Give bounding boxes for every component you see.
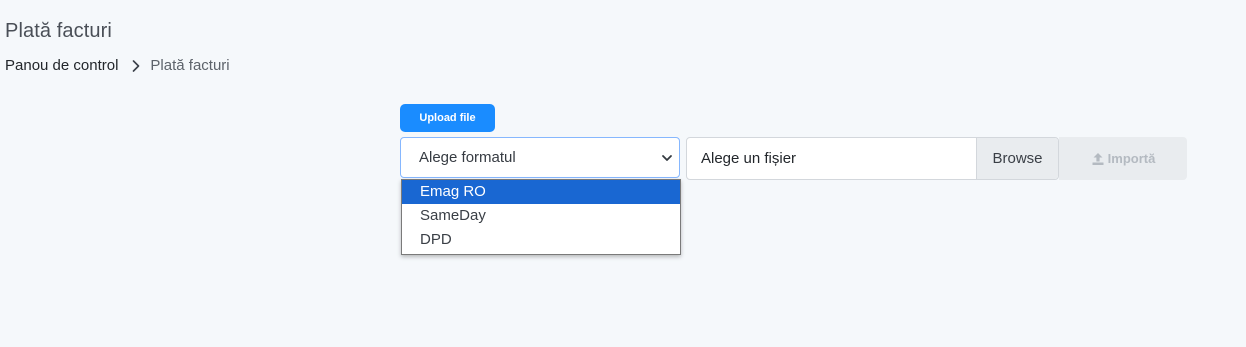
chevron-right-icon [130,59,142,73]
page-title: Plată facturi [5,20,112,42]
breadcrumb-home-link[interactable]: Panou de control [5,57,118,74]
upload-file-button[interactable]: Upload file [400,104,495,132]
file-input-label: Alege un fișier [701,150,797,167]
format-option-emag-ro[interactable]: Emag RO [402,180,680,204]
upload-icon [1092,152,1104,165]
browse-button[interactable]: Browse [976,138,1058,179]
format-dropdown-list: Emag RO SameDay DPD [401,179,681,255]
format-select-value: Alege formatul [419,149,516,166]
format-option-sameday[interactable]: SameDay [402,204,680,228]
import-label: Importă [1107,151,1156,166]
file-input[interactable]: Alege un fișier Browse [686,137,1059,180]
breadcrumb: Panou de control Plată facturi [5,57,230,74]
import-button[interactable]: Importă [1059,137,1187,180]
breadcrumb-current: Plată facturi [150,57,230,74]
format-option-dpd[interactable]: DPD [402,228,680,252]
format-select[interactable]: Alege formatul [400,137,680,178]
chevron-down-icon [662,155,672,161]
